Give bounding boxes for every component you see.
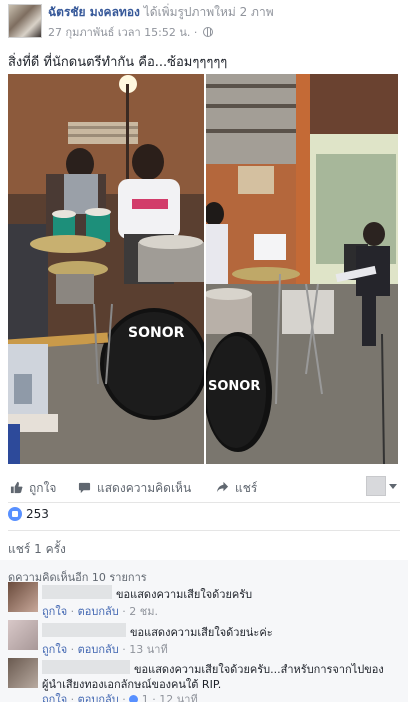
drum-logo-left: SONOR bbox=[128, 325, 185, 341]
meta-separator: · bbox=[70, 605, 75, 618]
like-reaction-icon bbox=[8, 507, 22, 521]
like-button[interactable]: ถูกใจ bbox=[10, 479, 56, 498]
comment-text: ขอแสดงความเสียใจด้วยครับ bbox=[116, 588, 253, 601]
comment-label: แสดงความคิดเห็น bbox=[97, 481, 192, 495]
comment-icon bbox=[78, 482, 91, 494]
comment-like-count[interactable]: 1 bbox=[142, 693, 149, 702]
comment-like-badge-icon[interactable] bbox=[129, 695, 139, 702]
meta-separator: · bbox=[152, 693, 156, 702]
meta-separator: · bbox=[70, 693, 75, 702]
share-icon bbox=[216, 481, 229, 493]
comment-reply-link[interactable]: ตอบกลับ bbox=[78, 605, 119, 618]
photo-left[interactable]: SONOR bbox=[8, 74, 204, 464]
author-avatar[interactable] bbox=[8, 4, 42, 38]
comment-time[interactable]: 12 นาที bbox=[159, 693, 197, 702]
commenter-name-redacted[interactable] bbox=[42, 623, 126, 637]
comment-meta: ถูกใจ · ตอบกลับ · 1 · 12 นาที bbox=[42, 690, 198, 702]
drum-logo-right: SONOR bbox=[208, 379, 260, 394]
commenter-avatar[interactable] bbox=[8, 658, 38, 688]
thumbs-up-icon bbox=[10, 481, 23, 494]
post-actions: ถูกใจ แสดงความคิดเห็น แชร์ bbox=[0, 472, 408, 502]
share-button[interactable]: แชร์ bbox=[216, 479, 257, 498]
photo-right[interactable]: SONOR bbox=[206, 74, 398, 464]
commenter-name-redacted[interactable] bbox=[42, 585, 112, 599]
globe-icon[interactable] bbox=[202, 27, 213, 37]
post-timestamp: 27 กุมภาพันธ์ เวลา 15:52 น. · bbox=[48, 23, 213, 41]
like-label: ถูกใจ bbox=[29, 481, 57, 495]
commenter-avatar[interactable] bbox=[8, 582, 38, 612]
like-count: 253 bbox=[26, 507, 49, 521]
divider bbox=[8, 502, 400, 503]
share-label: แชร์ bbox=[235, 481, 258, 495]
comment-like-link[interactable]: ถูกใจ bbox=[42, 605, 67, 618]
commenter-avatar[interactable] bbox=[8, 620, 38, 650]
commenter-name-redacted[interactable] bbox=[42, 660, 130, 674]
band-practice-photo-left: SONOR bbox=[8, 74, 204, 464]
comment-reply-link[interactable]: ตอบกลับ bbox=[78, 693, 119, 702]
comment-meta: ถูกใจ · ตอบกลับ · 13 นาที bbox=[42, 640, 168, 658]
comment-like-link[interactable]: ถูกใจ bbox=[42, 693, 67, 702]
comment-time[interactable]: 2 ชม. bbox=[129, 605, 158, 618]
meta-separator: · bbox=[122, 643, 126, 656]
post-time-text[interactable]: 27 กุมภาพันธ์ เวลา 15:52 น. bbox=[48, 26, 190, 39]
meta-separator: · bbox=[122, 605, 126, 618]
divider bbox=[8, 530, 400, 531]
comment-reply-link[interactable]: ตอบกลับ bbox=[78, 643, 119, 656]
post-header: ฉัตรชัย มงคลทอง ได้เพิ่มรูปภาพใหม่ 2 ภาพ… bbox=[0, 0, 408, 42]
comment-button[interactable]: แสดงความคิดเห็น bbox=[78, 479, 191, 498]
meta-separator: · bbox=[70, 643, 75, 656]
time-separator: · bbox=[193, 26, 198, 39]
post-text: สิ่งที่ดี ที่นักดนตรีทำกัน คือ...ซ้อมๆๆๆ… bbox=[8, 55, 228, 70]
comment-like-link[interactable]: ถูกใจ bbox=[42, 643, 67, 656]
post-action-text: ได้เพิ่มรูปภาพใหม่ 2 ภาพ bbox=[143, 5, 274, 19]
reaction-sort-avatar[interactable] bbox=[366, 476, 386, 496]
meta-separator: · bbox=[122, 693, 126, 702]
comment-meta: ถูกใจ · ตอบกลับ · 2 ชม. bbox=[42, 602, 158, 620]
comment-text: ขอแสดงความเสียใจด้วยน่ะค่ะ bbox=[130, 626, 273, 639]
comment-time[interactable]: 13 นาที bbox=[129, 643, 167, 656]
comments-section: ดูความคิดเห็นอีก 10 รายการ ขอแสดงความเสี… bbox=[0, 560, 408, 702]
chevron-down-icon[interactable] bbox=[389, 484, 397, 489]
header-line: ฉัตรชัย มงคลทอง ได้เพิ่มรูปภาพใหม่ 2 ภาพ bbox=[48, 5, 274, 20]
band-practice-photo-right: SONOR bbox=[206, 74, 398, 464]
share-count[interactable]: แชร์ 1 ครั้ง bbox=[8, 540, 66, 559]
author-name[interactable]: ฉัตรชัย มงคลทอง bbox=[48, 5, 140, 19]
